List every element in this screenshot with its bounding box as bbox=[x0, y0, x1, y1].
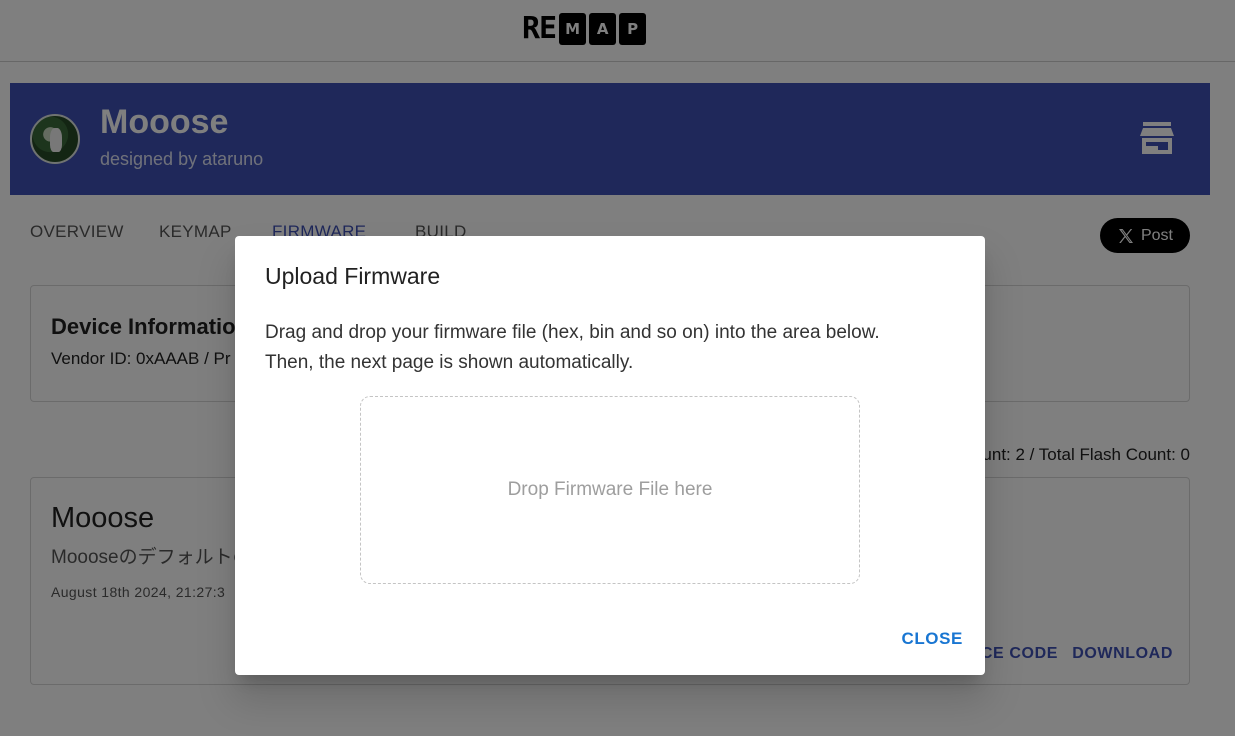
firmware-dropzone[interactable]: Drop Firmware File here bbox=[360, 396, 860, 584]
upload-firmware-dialog: Upload Firmware Drag and drop your firmw… bbox=[235, 236, 985, 675]
dialog-message-line: Then, the next page is shown automatical… bbox=[265, 352, 634, 373]
dialog-message: Drag and drop your firmware file (hex, b… bbox=[265, 318, 880, 378]
dialog-message-line: Drag and drop your firmware file (hex, b… bbox=[265, 322, 880, 343]
dialog-title: Upload Firmware bbox=[265, 263, 441, 289]
dropzone-hint: Drop Firmware File here bbox=[507, 479, 713, 500]
close-button[interactable]: CLOSE bbox=[901, 629, 963, 649]
